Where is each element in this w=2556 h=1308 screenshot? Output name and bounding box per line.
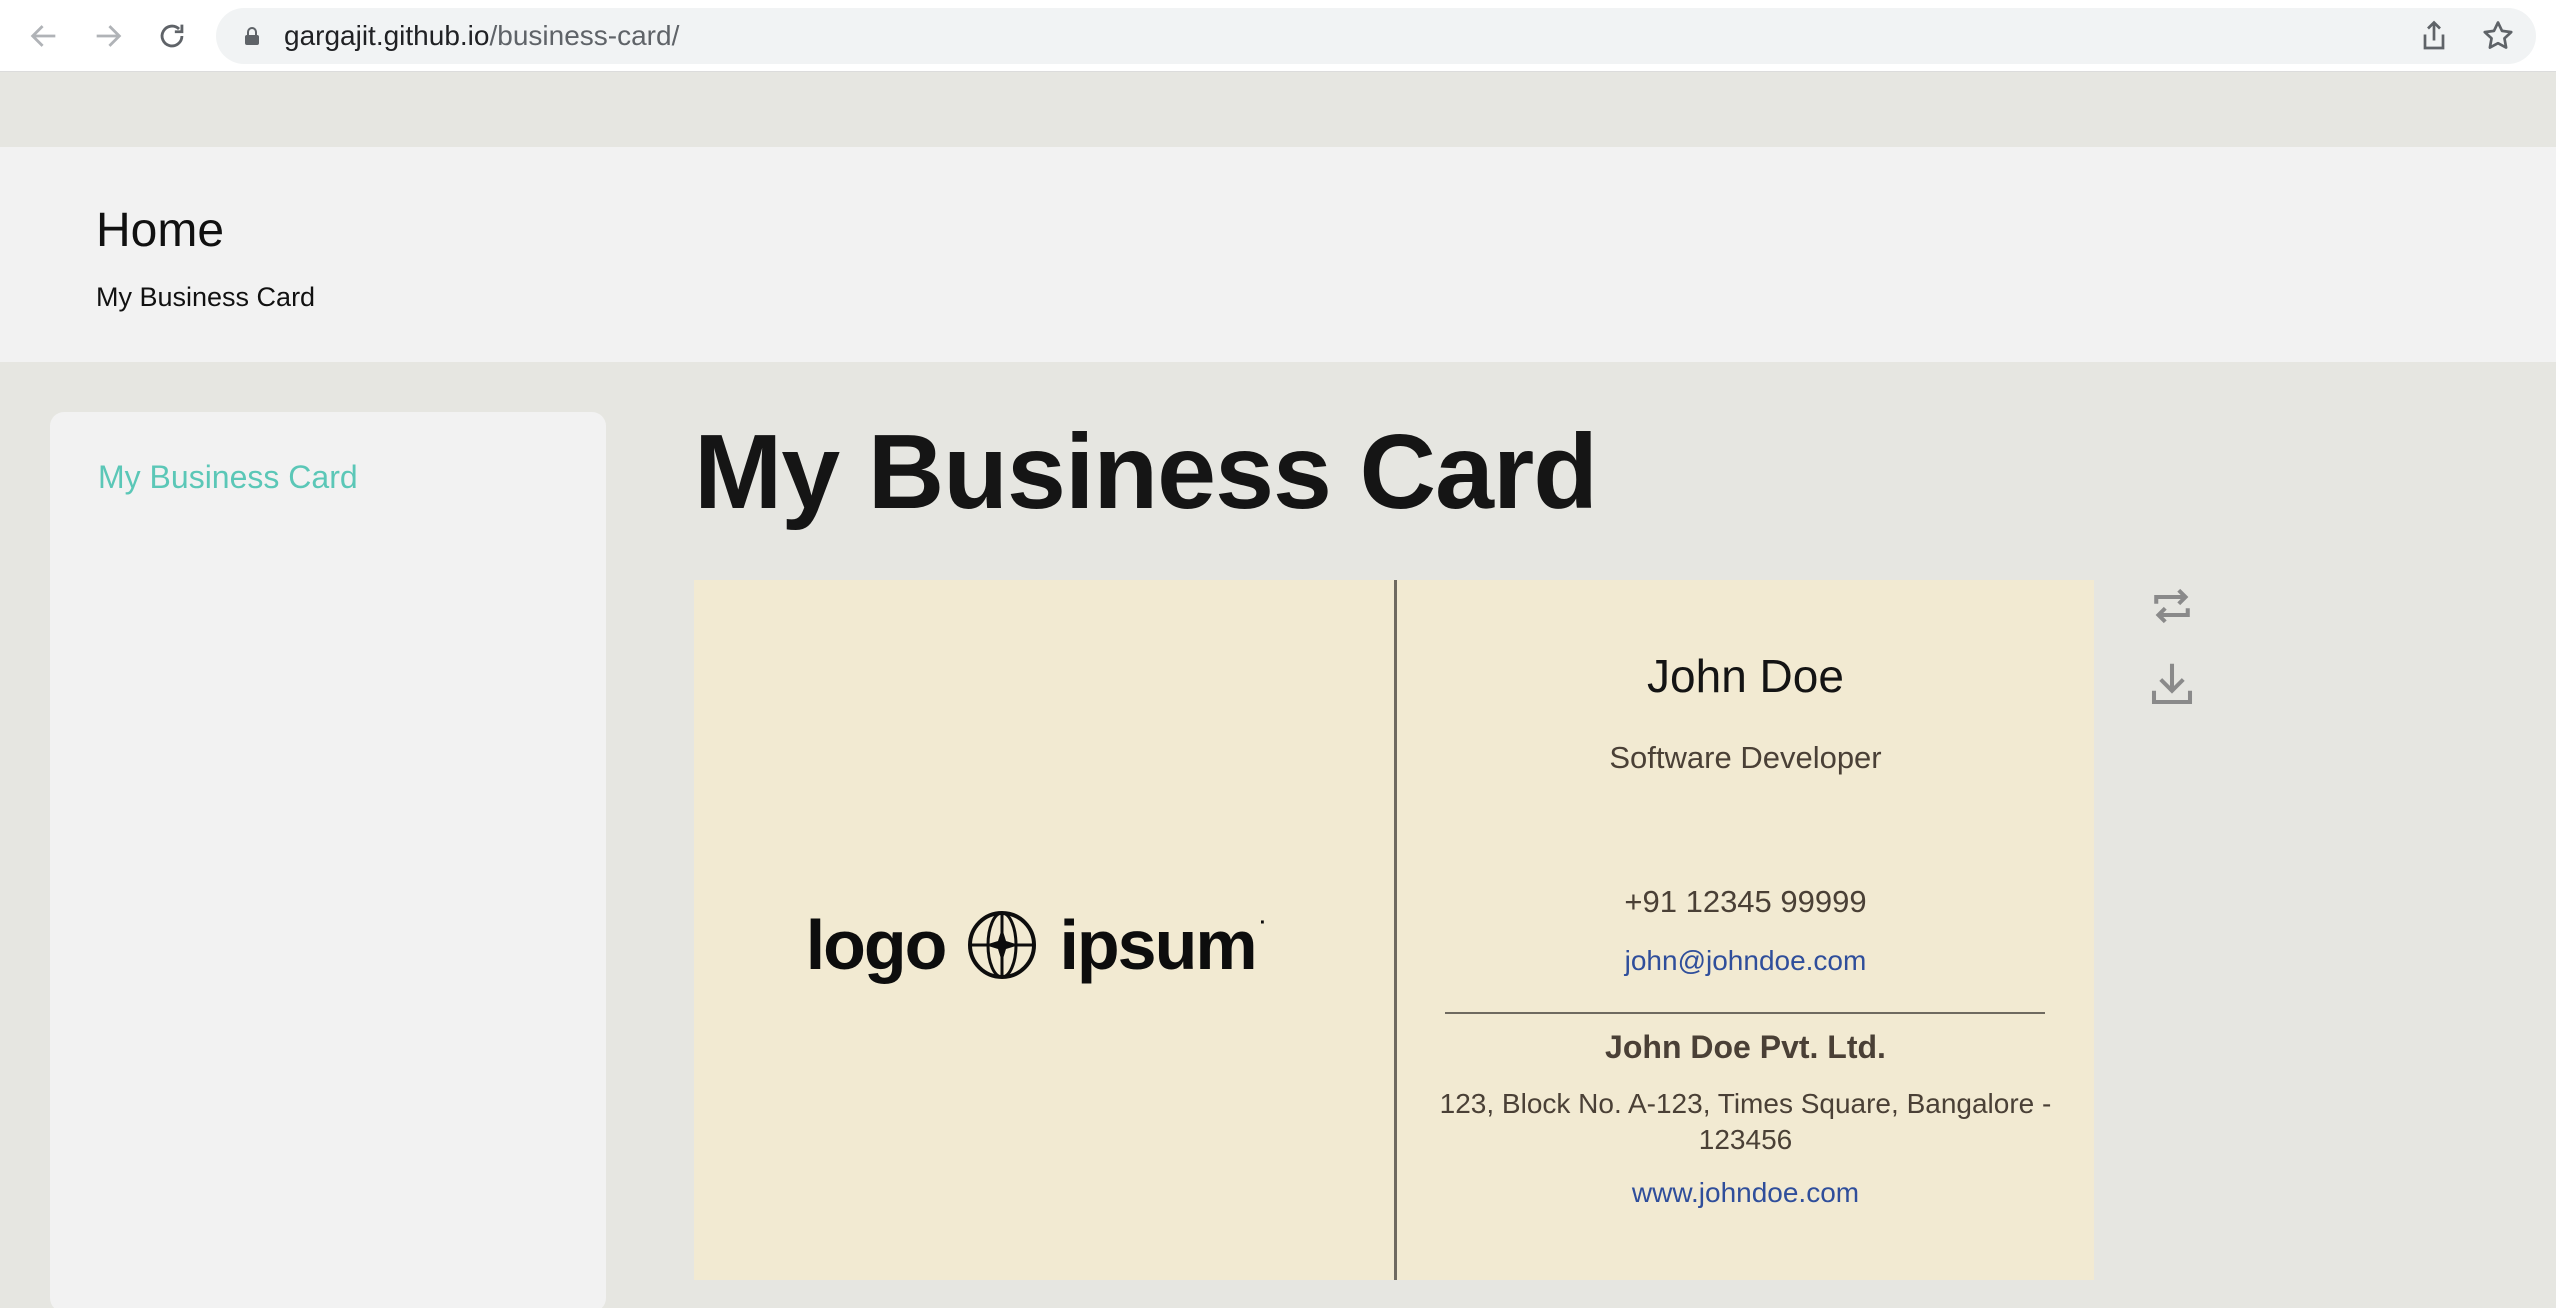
email-link[interactable]: john@johndoe.com: [1397, 944, 2094, 978]
lock-icon: [245, 27, 259, 45]
forward-button[interactable]: [86, 14, 130, 58]
url-domain: gargajit.github.io: [284, 20, 490, 51]
download-icon: [2151, 663, 2193, 705]
flip-card-button[interactable]: [2144, 578, 2200, 634]
website-link[interactable]: www.johndoe.com: [1397, 1176, 2094, 1210]
share-icon: [2423, 20, 2445, 50]
share-button[interactable]: [2416, 18, 2452, 54]
back-arrow-icon: [30, 25, 56, 47]
company-logo: logo ipsum ·: [806, 905, 1283, 985]
logo-trademark: ·: [1259, 911, 1267, 934]
card-front: logo ipsum ·: [694, 580, 1394, 1280]
globe-icon: [968, 911, 1037, 979]
reload-icon: [160, 24, 184, 48]
url-text: gargajit.github.io/business-card/: [284, 20, 679, 52]
home-link[interactable]: Home: [96, 203, 224, 259]
top-band: [0, 73, 2556, 147]
card-back: John Doe Software Developer +91 12345 99…: [1397, 580, 2094, 1280]
flip-icon: [2154, 588, 2190, 624]
person-role: Software Developer: [1609, 740, 1882, 775]
company-address: 123, Block No. A-123, Times Square, Bang…: [1439, 1088, 2052, 1155]
back-button[interactable]: [22, 14, 66, 58]
phone-number: +91 12345 99999: [1624, 884, 1867, 919]
browser-toolbar: gargajit.github.io/business-card/: [0, 0, 2556, 72]
logo-text-right: ipsum: [1059, 906, 1257, 984]
business-card: logo ipsum · John Doe Software Developer…: [694, 580, 2094, 1280]
sidebar-item-my-business-card[interactable]: My Business Card: [98, 458, 358, 496]
forward-arrow-icon: [96, 25, 122, 47]
site-header: Home My Business Card: [0, 147, 2556, 362]
download-card-button[interactable]: [2144, 656, 2200, 712]
reload-button[interactable]: [150, 14, 194, 58]
address-bar[interactable]: gargajit.github.io/business-card/: [216, 8, 2536, 64]
header-subtitle: My Business Card: [96, 282, 316, 312]
bookmark-button[interactable]: [2480, 18, 2516, 54]
company-name: John Doe Pvt. Ltd.: [1605, 1029, 1886, 1065]
logo-text-left: logo: [805, 906, 948, 984]
separator-line: [1445, 1012, 2045, 1014]
sidebar: My Business Card: [50, 412, 606, 1308]
page-title: My Business Card: [694, 413, 1598, 531]
url-path: /business-card/: [489, 20, 680, 51]
person-name: John Doe: [1647, 650, 1844, 702]
star-icon: [2483, 21, 2513, 49]
